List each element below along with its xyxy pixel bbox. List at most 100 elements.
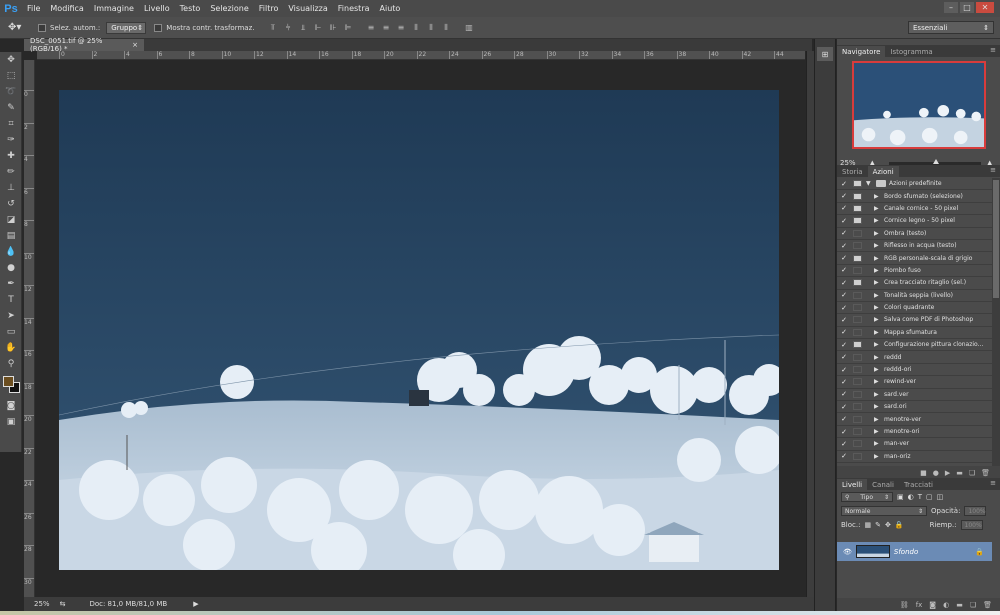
expand-arrow-icon[interactable]: ▶ [874, 193, 884, 200]
zoom-tool-icon[interactable]: ⚲ [0, 356, 22, 372]
filter-smart-icon[interactable]: ◫ [937, 493, 944, 501]
align-left-icon[interactable]: ⊩ [311, 22, 324, 34]
toggle-check-icon[interactable]: ✓ [837, 291, 851, 299]
expand-arrow-icon[interactable]: ▶ [874, 391, 884, 398]
expand-arrow-icon[interactable]: ▼ [866, 180, 876, 187]
dialog-toggle[interactable] [853, 452, 862, 460]
action-row[interactable]: ✓ ▶ menotre-ver [837, 413, 992, 426]
tab-actions[interactable]: Azioni [867, 166, 899, 177]
action-row[interactable]: ✓ ▶ Salva come PDF di Photoshop [837, 314, 992, 327]
filter-pixel-icon[interactable]: ▣ [897, 493, 904, 501]
distribute-right-icon[interactable]: ⦀ [439, 22, 452, 34]
close-button[interactable]: ✕ [976, 2, 994, 13]
minimize-button[interactable]: – [944, 2, 958, 13]
panel-toggle-icon[interactable]: ⊞ [817, 47, 833, 61]
expand-arrow-icon[interactable]: ▶ [874, 304, 884, 311]
tab-navigator[interactable]: Navigatore [837, 46, 886, 57]
action-row[interactable]: ✓ ▶ Mappa sfumatura [837, 327, 992, 340]
toggle-check-icon[interactable]: ✓ [837, 328, 851, 336]
record-icon[interactable]: ● [933, 469, 939, 477]
tab-channels[interactable]: Canali [867, 479, 899, 490]
dialog-toggle[interactable] [853, 428, 862, 435]
toggle-check-icon[interactable]: ✓ [837, 304, 851, 312]
toggle-check-icon[interactable]: ✓ [837, 403, 851, 411]
tab-paths[interactable]: Tracciati [899, 479, 938, 490]
layer-row-background[interactable]: 👁 Sfondo 🔒 [837, 542, 992, 561]
zoom-slider-knob[interactable] [932, 158, 939, 164]
hand-tool-icon[interactable]: ✋ [0, 340, 22, 356]
new-icon[interactable]: ❏ [969, 469, 975, 477]
lock-move-icon[interactable]: ✥ [885, 521, 891, 529]
action-row[interactable]: ✓ ▶ Riflesso in acqua (testo) [837, 240, 992, 253]
toggle-check-icon[interactable]: ✓ [837, 217, 851, 225]
status-menu-arrow-icon[interactable]: ▶ [193, 600, 198, 608]
tab-history[interactable]: Storia [837, 166, 868, 177]
folder-icon[interactable]: ▬ [956, 469, 963, 477]
distribute-bottom-icon[interactable]: ≡ [394, 22, 407, 34]
marquee-tool-icon[interactable]: ⬚ [0, 68, 22, 84]
history-brush-tool-icon[interactable]: ↺ [0, 196, 22, 212]
dialog-toggle[interactable] [853, 304, 862, 312]
panel-menu-icon[interactable]: ≡ [990, 479, 996, 487]
dialog-toggle[interactable] [853, 390, 862, 398]
expand-arrow-icon[interactable]: ▶ [874, 440, 884, 447]
toggle-check-icon[interactable]: ✓ [837, 440, 851, 448]
action-row[interactable]: ✓ ▶ menotre-ori [837, 426, 992, 439]
lock-transparent-icon[interactable]: ▦ [864, 521, 871, 529]
menu-aiuto[interactable]: Aiuto [375, 4, 406, 13]
align-top-icon[interactable]: ⫪ [266, 22, 279, 34]
menu-modifica[interactable]: Modifica [45, 4, 88, 13]
trash-icon[interactable]: 🗑 [981, 469, 990, 477]
layer-filter-dropdown[interactable]: ⚲ Tipo ⇕ [841, 492, 893, 502]
lock-paint-icon[interactable]: ✎ [875, 521, 881, 529]
actions-scrollbar[interactable] [992, 178, 1000, 466]
toggle-check-icon[interactable]: ✓ [837, 242, 851, 250]
opacity-input[interactable]: 100% [964, 506, 987, 516]
align-hcenter-icon[interactable]: ⊪ [326, 22, 339, 34]
restore-button[interactable]: □ [960, 2, 974, 13]
expand-arrow-icon[interactable]: ▶ [874, 316, 884, 323]
adjustment-layer-icon[interactable]: ◐ [943, 601, 949, 609]
menu-finestra[interactable]: Finestra [333, 4, 375, 13]
dialog-toggle[interactable] [853, 415, 862, 423]
lasso-tool-icon[interactable]: ➰ [0, 84, 22, 100]
actions-scroll-thumb[interactable] [993, 180, 999, 298]
dialog-toggle[interactable] [853, 192, 862, 200]
auto-align-icon[interactable]: ▥ [462, 22, 475, 34]
align-bottom-icon[interactable]: ⫫ [296, 22, 309, 34]
toggle-check-icon[interactable]: ✓ [837, 279, 851, 287]
action-row[interactable]: ✓ ▶ Colori quadrante [837, 302, 992, 315]
toggle-check-icon[interactable]: ✓ [837, 204, 851, 212]
action-row[interactable]: ✓ ▶ man-ver [837, 438, 992, 451]
toggle-check-icon[interactable]: ✓ [837, 353, 851, 361]
dialog-toggle[interactable] [853, 440, 862, 448]
action-row[interactable]: ✓ ▶ RGB personale-scala di grigio [837, 252, 992, 265]
visibility-eye-icon[interactable]: 👁 [843, 548, 852, 556]
menu-file[interactable]: File [22, 4, 45, 13]
new-group-icon[interactable]: ▬ [956, 601, 963, 609]
document-image[interactable] [59, 90, 779, 570]
expand-arrow-icon[interactable]: ▶ [874, 453, 884, 460]
expand-arrow-icon[interactable]: ▶ [874, 378, 884, 385]
expand-arrow-icon[interactable]: ▶ [874, 292, 884, 299]
expand-arrow-icon[interactable]: ▶ [874, 403, 884, 410]
action-row[interactable]: ✓ ▶ Ombra (testo) [837, 228, 992, 240]
distribute-left-icon[interactable]: ⦀ [409, 22, 422, 34]
dialog-toggle[interactable] [853, 229, 862, 237]
dialog-toggle[interactable] [853, 328, 862, 336]
toggle-check-icon[interactable]: ✓ [837, 266, 851, 274]
foreground-color-swatch[interactable] [3, 376, 14, 387]
document-tab[interactable]: DSC_0051.tif @ 25% (RGB/16) * × [24, 37, 144, 53]
tab-histogram[interactable]: Istogramma [885, 46, 937, 57]
pen-tool-icon[interactable]: ✒ [0, 276, 22, 292]
filter-shape-icon[interactable]: ▢ [926, 493, 933, 501]
move-tool-icon[interactable]: ✥ [0, 52, 22, 68]
workspace-dropdown[interactable]: Essenziali ⇕ [908, 21, 994, 34]
quick-mask-icon[interactable]: ◙ [0, 398, 22, 414]
blend-mode-dropdown[interactable]: Normale ⇕ [841, 506, 927, 516]
close-tab-icon[interactable]: × [132, 41, 138, 49]
action-row[interactable]: ✓ ▶ sard.ori [837, 401, 992, 414]
dialog-toggle[interactable] [853, 266, 862, 274]
type-tool-icon[interactable]: T [0, 292, 22, 308]
toggle-check-icon[interactable]: ✓ [837, 390, 851, 398]
